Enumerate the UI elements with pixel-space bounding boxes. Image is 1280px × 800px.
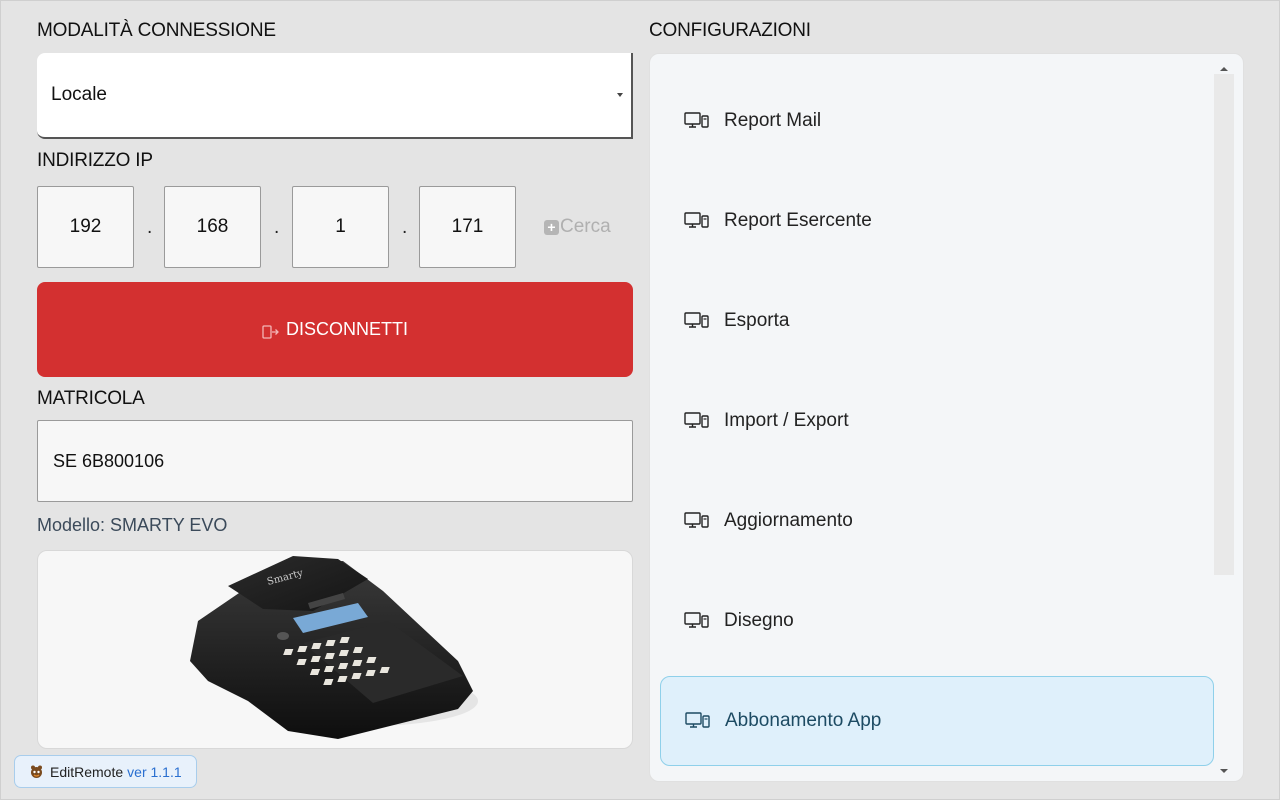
scrollbar-thumb[interactable] <box>1214 74 1234 575</box>
search-label: Cerca <box>560 216 611 237</box>
ip-octet-2-input[interactable]: 168 <box>164 186 261 268</box>
sign-out-icon <box>262 323 280 339</box>
config-item-label: Aggiornamento <box>724 510 853 531</box>
config-item-aggiornamento[interactable]: Aggiornamento <box>660 476 1214 566</box>
app-name: EditRemote <box>50 763 124 780</box>
ip-separator: . <box>402 217 408 238</box>
config-item-report-mail[interactable]: Report Mail <box>660 76 1214 166</box>
model-text: Modello: SMARTY EVO <box>37 515 228 535</box>
config-scrollbar[interactable] <box>1214 64 1234 776</box>
config-item-label: Report Mail <box>724 110 822 131</box>
config-item-import-export[interactable]: Import / Export <box>660 376 1214 466</box>
configurations-list: Report Mail Report Esercente Esporta Imp… <box>649 53 1244 782</box>
ip-octet-3-input[interactable]: 1 <box>292 186 389 268</box>
ip-separator: . <box>147 217 153 238</box>
config-item-report-esercente[interactable]: Report Esercente <box>660 176 1214 266</box>
scroll-up-arrow-icon[interactable] <box>1220 67 1228 71</box>
config-item-label: Abbonamento App <box>725 710 882 731</box>
disconnect-button[interactable]: DISCONNETTI <box>37 282 633 377</box>
computer-icon <box>684 312 718 330</box>
app-version-badge: EditRemote ver 1.1.1 <box>14 755 197 788</box>
connection-mode-label: MODALITÀ CONNESSIONE <box>37 20 276 41</box>
configurations-label: CONFIGURAZIONI <box>649 20 811 41</box>
computer-icon <box>684 512 718 530</box>
ip-octet-1-input[interactable]: 192 <box>37 186 134 268</box>
device-image-panel: Smarty <box>37 550 633 749</box>
disconnect-label: DISCONNETTI <box>285 319 408 339</box>
computer-icon <box>684 412 718 430</box>
config-item-abbonamento-app[interactable]: Abbonamento App <box>660 676 1214 766</box>
ip-address-label: INDIRIZZO IP <box>37 150 153 171</box>
app-version: ver 1.1.1 <box>127 763 182 780</box>
ip-separator: . <box>274 217 280 238</box>
app-logo-icon <box>29 764 44 779</box>
config-item-disegno[interactable]: Disegno <box>660 576 1214 666</box>
config-item-label: Report Esercente <box>724 210 872 231</box>
matricola-label: MATRICOLA <box>37 388 145 409</box>
connection-mode-value: Locale <box>51 84 107 105</box>
config-item-esporta[interactable]: Esporta <box>660 276 1214 366</box>
computer-icon <box>684 212 718 230</box>
cash-register-image: Smarty <box>190 556 478 739</box>
computer-icon <box>684 112 718 130</box>
matricola-field[interactable]: SE 6B800106 <box>37 420 633 502</box>
computer-icon <box>684 612 718 630</box>
connection-mode-select[interactable]: Locale <box>37 53 633 139</box>
config-item-label: Import / Export <box>724 410 849 431</box>
chevron-down-icon <box>617 93 623 97</box>
search-button[interactable]: + Cerca <box>544 216 611 238</box>
config-item-label: Esporta <box>724 310 790 331</box>
config-item-label: Disegno <box>724 610 794 631</box>
plus-square-icon: + <box>544 219 559 235</box>
computer-icon <box>685 712 719 730</box>
scroll-down-arrow-icon[interactable] <box>1220 769 1228 773</box>
ip-octet-4-input[interactable]: 171 <box>419 186 516 268</box>
